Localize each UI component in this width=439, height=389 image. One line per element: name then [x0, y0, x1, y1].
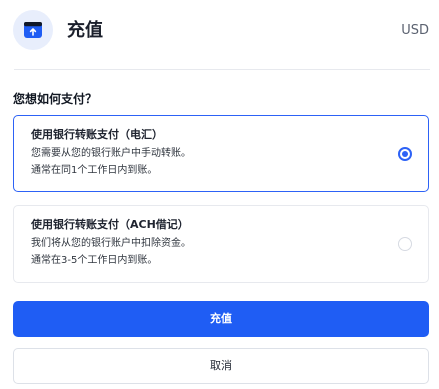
option-arrival-time: 通常在同1个工作日内到账。	[31, 165, 158, 176]
option-title: 使用银行转账支付（ACH借记）	[31, 218, 189, 231]
option-description: 我们将从您的银行账户中扣除资金。	[31, 238, 191, 249]
cancel-button[interactable]: 取消	[13, 348, 429, 384]
radio-button-selected[interactable]	[398, 147, 412, 161]
option-description: 您需要从您的银行账户中手动转账。	[31, 148, 191, 159]
deposit-icon	[13, 10, 53, 50]
currency-label: USD	[401, 23, 429, 38]
payment-method-question: 您想如何支付？	[13, 92, 98, 106]
header-divider	[14, 69, 430, 70]
payment-option-wire-transfer[interactable]: 使用银行转账支付（电汇） 您需要从您的银行账户中手动转账。 通常在同1个工作日内…	[13, 115, 429, 192]
deposit-button[interactable]: 充值	[13, 301, 429, 337]
dialog-header: 充值 USD	[0, 0, 439, 66]
dialog-title: 充值	[67, 20, 103, 41]
payment-option-ach-debit[interactable]: 使用银行转账支付（ACH借记） 我们将从您的银行账户中扣除资金。 通常在3-5个…	[13, 205, 429, 283]
radio-button-unselected[interactable]	[398, 237, 412, 251]
option-arrival-time: 通常在3-5个工作日内到账。	[31, 255, 158, 266]
deposit-icon-glyph	[24, 22, 42, 38]
option-title: 使用银行转账支付（电汇）	[31, 128, 163, 141]
